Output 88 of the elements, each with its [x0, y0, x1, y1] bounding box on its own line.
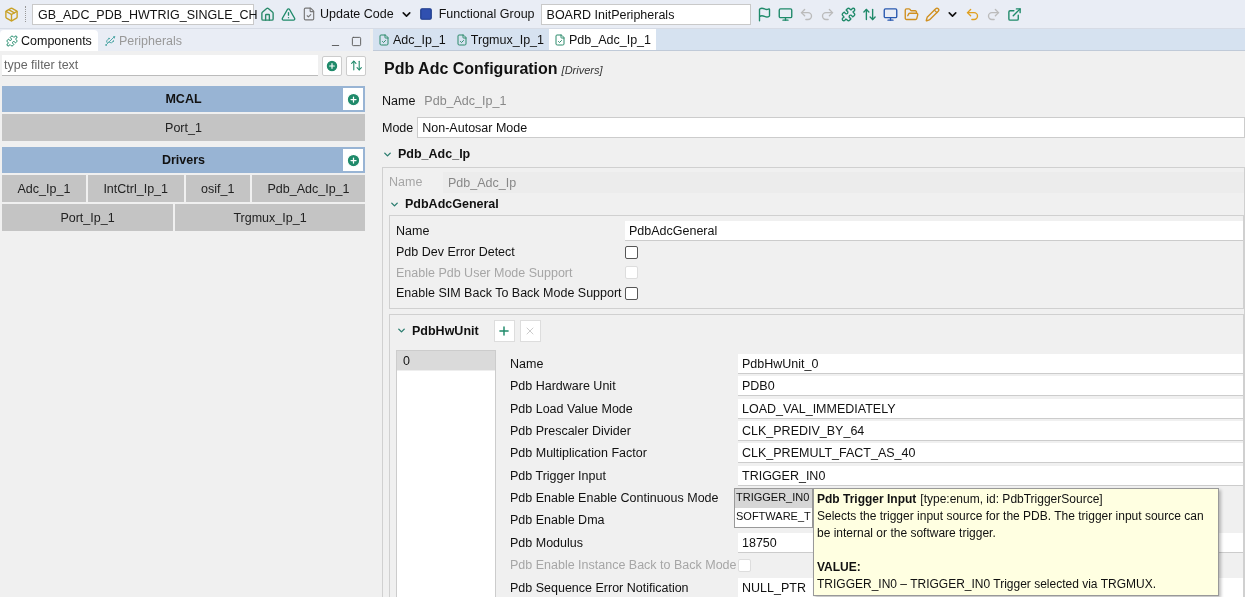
editor-tab[interactable]: Pdb_Adc_Ip_1 [549, 29, 657, 50]
name-value: Pdb_Adc_Ip [443, 171, 1244, 193]
package-icon[interactable] [4, 6, 19, 22]
field-label: Pdb Prescaler Divider [510, 423, 632, 438]
component-button[interactable]: Pdb_Adc_Ip_1 [251, 175, 365, 202]
component-button[interactable]: Port_1 [2, 114, 365, 141]
checkbox[interactable] [625, 286, 638, 300]
file-icon [554, 33, 566, 46]
field-label: Pdb Modulus [510, 535, 584, 550]
field-label: Enable SIM Back To Back Mode Support [396, 286, 623, 301]
section-title: PdbHwUnit [412, 323, 479, 338]
square-icon[interactable] [418, 7, 433, 21]
filter-field[interactable]: type filter text [2, 55, 318, 76]
field-label: Enable Pdb User Mode Support [396, 265, 574, 280]
add-button[interactable] [322, 55, 342, 76]
folder-icon[interactable] [903, 6, 919, 22]
plus-icon [497, 323, 512, 338]
add-button[interactable] [343, 88, 363, 110]
functional-group-label: Functional Group [438, 7, 535, 21]
field-label: Name [382, 93, 416, 108]
warning-icon[interactable] [281, 6, 296, 22]
tooltip-description: Selects the trigger input source for the PDB. The trigger input source can be internal or the software trigger. [817, 508, 1205, 542]
back-icon[interactable] [964, 6, 980, 22]
config-title: Pdb Adc Configuration [Drivers] [383, 60, 604, 79]
sort-button[interactable] [346, 55, 366, 76]
group-title: MCAL [165, 92, 202, 106]
tooltip-value-text: TRIGGER_IN0 – TRIGGER_IN0 Trigger selected via TRGMUX. [817, 576, 1157, 593]
monitor-icon[interactable] [777, 6, 793, 22]
value-field[interactable]: CLK_PREDIV_BY_64 [738, 420, 1243, 441]
file-icon [378, 33, 390, 46]
field-label: Mode [382, 120, 414, 135]
value-field[interactable]: PDB0 [738, 376, 1243, 397]
field-label: Pdb Enable Enable Continuous Mode [510, 491, 720, 506]
component-button[interactable]: Adc_Ip_1 [2, 175, 86, 202]
tooltip-title: Pdb Trigger Input [817, 491, 917, 508]
field-label: Pdb Enable Instance Back to Back Mode [510, 558, 738, 573]
external-link-icon[interactable] [1006, 6, 1022, 22]
add-icon [345, 91, 361, 107]
field-label: Pdb Load Value Mode [510, 401, 634, 416]
section-title: Pdb_Adc_Ip [398, 147, 471, 161]
field-label: Name [396, 224, 431, 239]
value-field[interactable]: LOAD_VAL_IMMEDIATELY [738, 398, 1243, 419]
name-value: Pdb_Adc_Ip_1 [423, 93, 508, 110]
file-check-icon [302, 7, 316, 21]
field-label: Name [389, 175, 424, 189]
pencil-icon[interactable] [924, 6, 940, 22]
monitor-icon[interactable] [882, 6, 898, 22]
add-icon [325, 58, 339, 73]
list-item[interactable]: 0 [397, 350, 495, 371]
usb-icon [103, 34, 116, 47]
value-field[interactable]: PdbAdcGeneral [625, 221, 1243, 242]
field-label: Pdb Trigger Input [510, 468, 607, 483]
checkbox[interactable] [625, 245, 638, 259]
mode-field[interactable]: Non-Autosar Mode [417, 117, 1245, 138]
editor-tab[interactable]: Adc_Ip_1 [373, 29, 451, 50]
field-label: Pdb Multiplication Factor [510, 446, 648, 461]
value-field[interactable]: CLK_PREMULT_FACT_AS_40 [738, 443, 1243, 464]
puzzle-icon [6, 34, 18, 47]
tooltip-meta: [type:enum, id: PdbTriggerSource] [920, 491, 1103, 508]
field-label: Pdb Enable Dma [510, 513, 606, 528]
add-button[interactable] [493, 319, 515, 342]
flag-icon[interactable] [756, 6, 772, 22]
component-button[interactable]: Port_Ip_1 [2, 204, 173, 231]
functional-group-combo[interactable]: BOARD InitPeripherals [540, 3, 751, 25]
sort-icon[interactable] [861, 6, 877, 22]
panel-tab[interactable]: Components [0, 30, 98, 51]
section-title: PdbAdcGeneral [405, 197, 499, 211]
dropdown-option[interactable]: TRIGGER_IN0 [735, 489, 812, 508]
field-label: Name [510, 356, 545, 371]
field-label: Pdb Sequence Error Notification [510, 580, 690, 595]
add-icon [345, 152, 361, 168]
sort-icon [349, 59, 363, 72]
component-button[interactable]: osif_1 [185, 175, 250, 202]
add-button[interactable] [343, 149, 363, 171]
value-field[interactable]: TRIGGER_IN0 [738, 465, 1243, 486]
maximize-icon[interactable] [351, 36, 362, 47]
file-icon [455, 33, 468, 46]
puzzle-icon[interactable] [840, 6, 856, 22]
update-code-button[interactable]: Update Code [302, 7, 394, 21]
editor-tab[interactable]: Trgmux_Ip_1 [450, 29, 549, 50]
field-label: Pdb Dev Error Detect [396, 245, 516, 260]
component-button[interactable]: Trgmux_Ip_1 [175, 204, 365, 231]
tooltip-value-heading: VALUE: [817, 559, 862, 576]
field-label: Pdb Hardware Unit [510, 379, 617, 394]
value-field[interactable]: PdbHwUnit_0 [738, 353, 1243, 374]
home-icon[interactable] [260, 6, 275, 22]
component-button[interactable]: IntCtrl_Ip_1 [87, 175, 184, 202]
group-title: Drivers [161, 153, 206, 167]
